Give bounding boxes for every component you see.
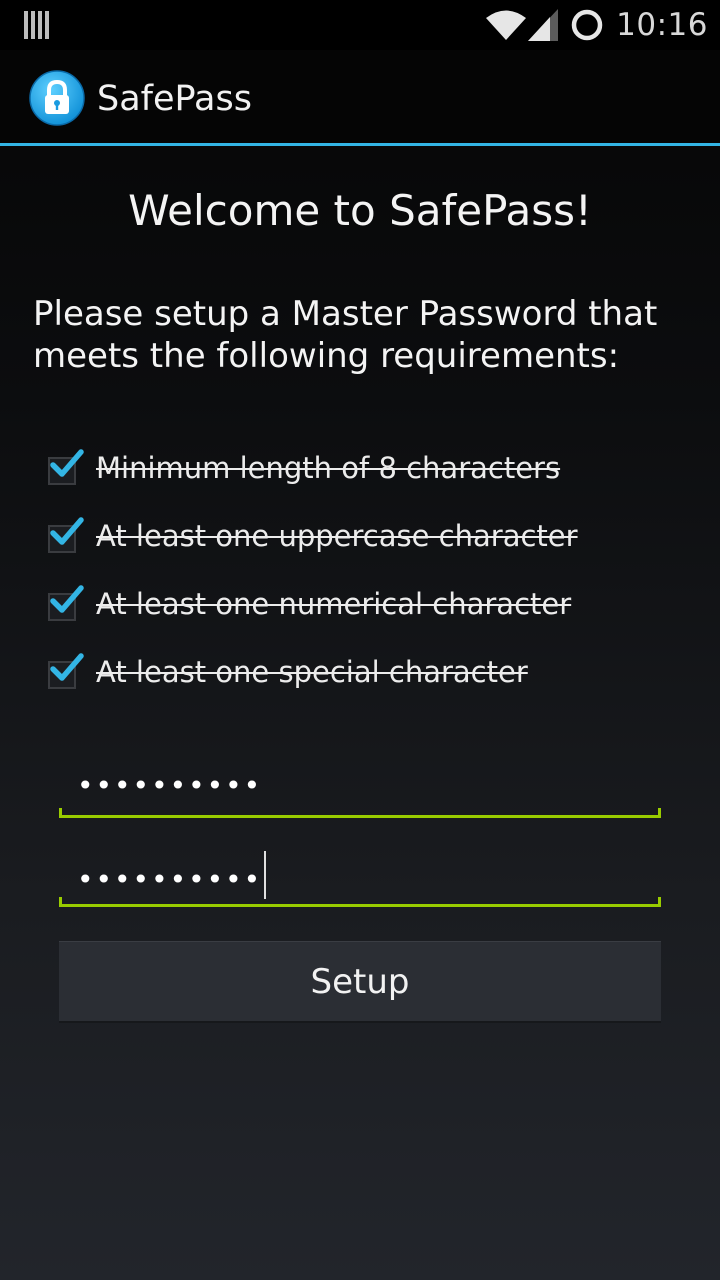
lock-icon[interactable]: [29, 70, 85, 126]
checkbox-checked-icon[interactable]: [44, 517, 84, 555]
requirement-item-length[interactable]: Minimum length of 8 characters: [44, 434, 694, 502]
requirement-label: At least one uppercase character: [96, 519, 578, 553]
confirm-password-value: ••••••••••: [77, 851, 267, 905]
app-screen: 10:16 SafePass Welcome to SafePass! Plea…: [0, 0, 720, 1280]
requirement-label: Minimum length of 8 characters: [96, 451, 561, 485]
app-title: SafePass: [97, 79, 252, 119]
signal-strength-icon: [24, 11, 50, 44]
password-value: ••••••••••: [77, 769, 263, 802]
confirm-password-field[interactable]: ••••••••••: [59, 847, 661, 907]
welcome-heading: Welcome to SafePass!: [128, 186, 592, 235]
requirements-list: Minimum length of 8 characters At least …: [44, 434, 694, 706]
checkbox-checked-icon[interactable]: [44, 653, 84, 691]
requirement-item-uppercase[interactable]: At least one uppercase character: [44, 502, 694, 570]
requirement-label: At least one special character: [96, 655, 528, 689]
cell-signal-icon: [528, 9, 559, 41]
password-field[interactable]: ••••••••••: [59, 758, 661, 818]
requirement-item-numerical[interactable]: At least one numerical character: [44, 570, 694, 638]
wifi-icon: [486, 9, 527, 41]
action-bar-divider: [0, 143, 720, 146]
requirement-label: At least one numerical character: [96, 587, 572, 621]
status-time: 10:16: [616, 7, 708, 43]
text-cursor: [264, 851, 267, 899]
checkbox-checked-icon[interactable]: [44, 449, 84, 487]
status-bar: 10:16: [0, 0, 720, 50]
checkbox-checked-icon[interactable]: [44, 585, 84, 623]
requirement-item-special[interactable]: At least one special character: [44, 638, 694, 706]
status-icons: 10:16: [486, 0, 708, 50]
instruction-text: Please setup a Master Password that meet…: [33, 294, 658, 376]
ring-icon: [570, 8, 604, 42]
setup-button[interactable]: Setup: [59, 941, 661, 1023]
